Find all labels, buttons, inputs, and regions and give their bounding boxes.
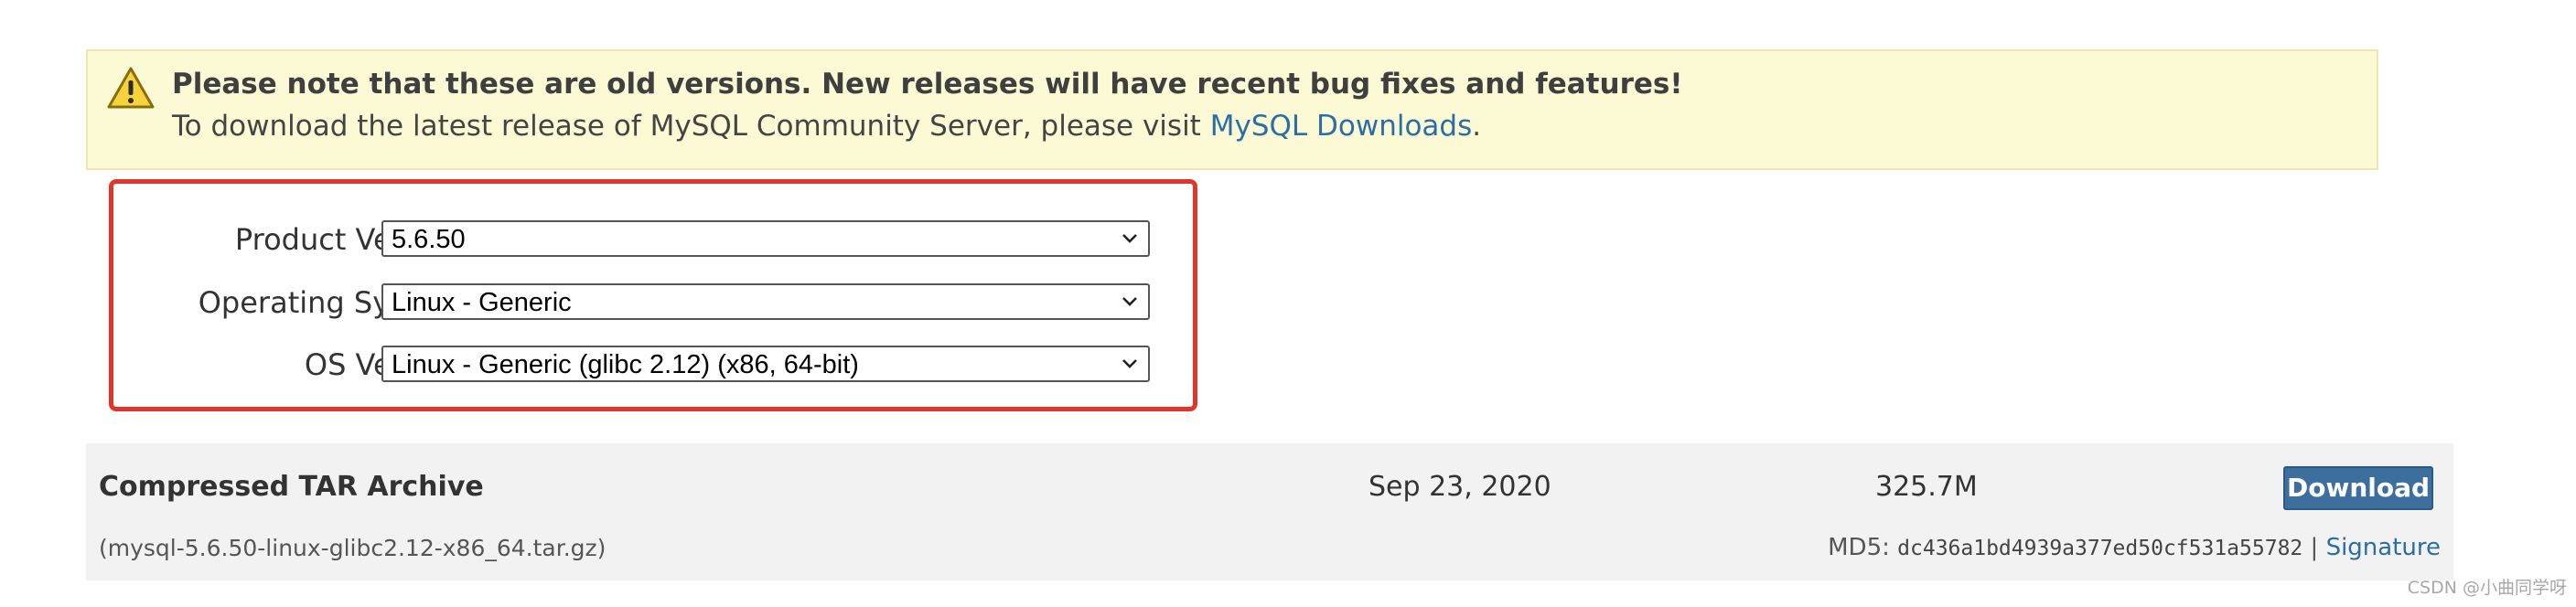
- watermark: CSDN @小曲同学呀: [2407, 578, 2567, 598]
- version-selector-highlight: Product Version: 5.6.50 Operating System…: [109, 179, 1197, 411]
- package-filename: (mysql-5.6.50-linux-glibc2.12-x86_64.tar…: [99, 535, 606, 561]
- notice-body-end: .: [1472, 110, 1482, 143]
- notice-body: To download the latest release of MySQL …: [172, 110, 1481, 143]
- product-version-row: Product Version: 5.6.50: [113, 220, 1193, 257]
- chevron-down-icon: [1122, 297, 1137, 306]
- os-version-row: OS Version: Linux - Generic (glibc 2.12)…: [113, 346, 1193, 382]
- chevron-down-icon: [1122, 234, 1137, 243]
- md5-label: MD5:: [1828, 534, 1898, 561]
- product-version-select[interactable]: 5.6.50: [381, 220, 1150, 257]
- warning-icon: [107, 67, 155, 109]
- notice-headline: Please note that these are old versions.…: [172, 68, 1683, 101]
- download-row: Compressed TAR Archive Sep 23, 2020 325.…: [86, 443, 2453, 580]
- operating-system-select[interactable]: Linux - Generic: [381, 283, 1150, 320]
- signature-link[interactable]: Signature: [2326, 534, 2441, 561]
- mysql-downloads-link[interactable]: MySQL Downloads: [1210, 110, 1473, 143]
- package-name: Compressed TAR Archive: [99, 471, 484, 503]
- download-button[interactable]: Download: [2283, 466, 2433, 510]
- operating-system-row: Operating System: Linux - Generic: [113, 283, 1193, 320]
- package-size: 325.7M: [1875, 471, 1978, 503]
- os-version-value: Linux - Generic (glibc 2.12) (x86, 64-bi…: [392, 350, 859, 379]
- package-checksum: MD5: dc436a1bd4939a377ed50cf531a55782 | …: [1828, 534, 2441, 561]
- os-version-select[interactable]: Linux - Generic (glibc 2.12) (x86, 64-bi…: [381, 346, 1150, 382]
- chevron-down-icon: [1122, 359, 1137, 368]
- separator: |: [2302, 534, 2326, 561]
- old-versions-notice: Please note that these are old versions.…: [86, 49, 2378, 170]
- product-version-value: 5.6.50: [392, 225, 466, 254]
- operating-system-value: Linux - Generic: [392, 288, 572, 317]
- md5-hash: dc436a1bd4939a377ed50cf531a55782: [1897, 537, 2303, 560]
- package-date: Sep 23, 2020: [1368, 471, 1551, 503]
- notice-body-text: To download the latest release of MySQL …: [172, 110, 1210, 143]
